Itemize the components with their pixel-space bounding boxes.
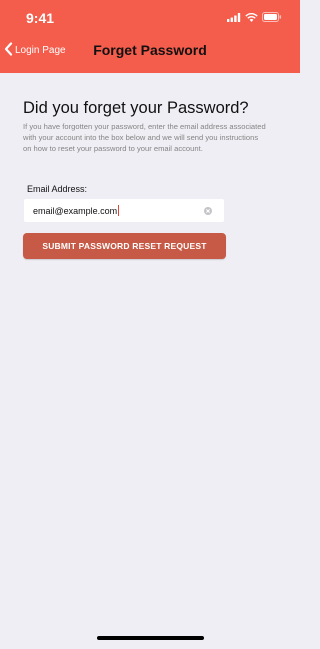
status-time: 9:41: [26, 10, 55, 26]
email-field[interactable]: email@example.com: [24, 199, 224, 222]
email-value: email@example.com: [33, 206, 118, 216]
email-input-text: email@example.com: [33, 205, 120, 216]
battery-icon: [262, 12, 282, 22]
reset-heading: Did you forget your Password?: [23, 99, 249, 117]
status-bar: 9:41: [0, 0, 300, 36]
signal-icon: [227, 12, 241, 22]
text-caret: [118, 205, 120, 216]
clear-text-icon[interactable]: [204, 207, 212, 215]
reset-intro: Did you forget your Password? If you hav…: [23, 98, 277, 154]
home-indicator[interactable]: [97, 636, 204, 640]
status-icons: [227, 12, 282, 22]
email-label: Email Address:: [27, 184, 88, 194]
navigation-bar: Login Page Forget Password: [0, 36, 300, 68]
wifi-icon: [245, 12, 258, 22]
submit-reset-button[interactable]: SUBMIT PASSWORD RESET REQUEST: [23, 233, 226, 259]
app-header: 9:41 Login Page Forget Password: [0, 0, 300, 73]
page-title: Forget Password: [93, 42, 207, 58]
reset-description: If you have forgotten your password, ent…: [23, 122, 266, 153]
